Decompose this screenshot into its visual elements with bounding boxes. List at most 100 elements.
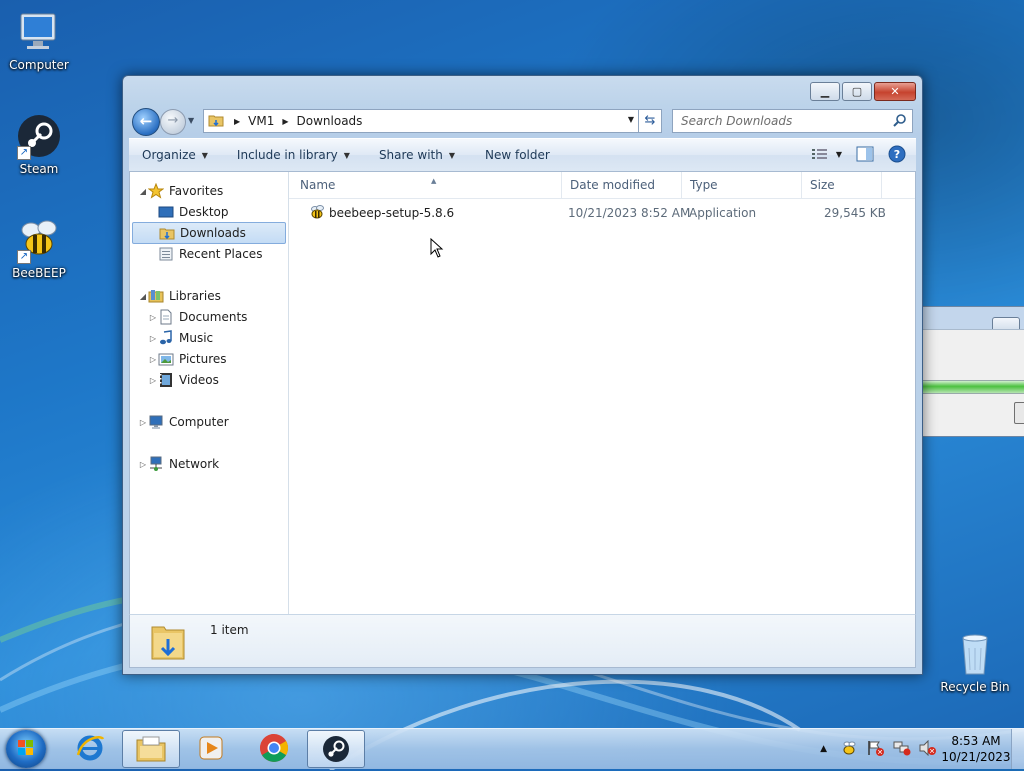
beebeep-tray-icon[interactable]: [841, 740, 857, 759]
chevron-down-icon: ▼: [343, 150, 350, 160]
search-box[interactable]: Search Downloads: [672, 109, 913, 133]
expanded-arrow-icon[interactable]: ◢: [138, 292, 148, 301]
start-button[interactable]: [6, 730, 46, 768]
maximize-button[interactable]: ▢: [842, 82, 872, 101]
recent-places-icon: [158, 246, 174, 262]
view-list-icon: [811, 149, 827, 159]
nav-videos[interactable]: ▷ Videos: [148, 370, 219, 390]
change-view-button[interactable]: ▼: [811, 148, 842, 160]
nav-desktop[interactable]: Desktop: [158, 202, 229, 222]
help-icon[interactable]: ?: [888, 145, 906, 163]
large-downloads-folder-icon: [150, 621, 186, 664]
svg-text:?: ?: [894, 148, 900, 161]
column-header-size[interactable]: Size: [802, 172, 882, 198]
view-controls: ▼ ?: [811, 145, 906, 163]
downloads-folder-icon: [159, 225, 175, 241]
collapsed-arrow-icon[interactable]: ▷: [148, 334, 158, 343]
music-icon: [158, 330, 174, 346]
taskbar-chrome[interactable]: [246, 730, 302, 766]
details-pane: 1 item: [129, 614, 916, 668]
nav-music-label: Music: [179, 331, 214, 345]
nav-music[interactable]: ▷ Music: [148, 328, 213, 348]
address-dropdown-icon[interactable]: ▼: [628, 115, 634, 124]
videos-icon: [158, 372, 174, 388]
minimize-button[interactable]: ▁: [810, 82, 840, 101]
refresh-button[interactable]: ⇆: [638, 109, 662, 133]
steam-icon: ↗: [15, 112, 63, 160]
chevron-down-icon: ▼: [448, 150, 455, 160]
file-list[interactable]: Name ▲ Date modified Type Size beebeep-se…: [289, 172, 915, 615]
folder-icon: [208, 112, 224, 131]
nav-videos-label: Videos: [179, 373, 219, 387]
column-header-date-modified[interactable]: Date modified: [562, 172, 682, 198]
desktop-icon-beebeep[interactable]: ↗ BeeBEEP: [2, 216, 76, 280]
nav-recent-places-label: Recent Places: [179, 247, 263, 261]
taskbar-internet-explorer[interactable]: [62, 730, 118, 766]
file-row[interactable]: beebeep-setup-5.8.6 10/21/2023 8:52 AM A…: [289, 202, 915, 224]
show-desktop-button[interactable]: [1011, 729, 1024, 769]
breadcrumb-item-downloads[interactable]: Downloads: [297, 114, 363, 128]
forward-button[interactable]: →: [160, 109, 186, 135]
file-type: Application: [689, 206, 757, 220]
desktop-icon-label: Computer: [9, 58, 69, 72]
navigation-pane[interactable]: ◢ Favorites Desktop Downloads Recent Pla…: [130, 172, 289, 615]
collapsed-arrow-icon[interactable]: ▷: [148, 376, 158, 385]
preview-pane-icon[interactable]: [856, 146, 874, 162]
collapsed-arrow-icon[interactable]: ▷: [148, 355, 158, 364]
column-header-name[interactable]: Name ▲: [292, 172, 562, 198]
file-date-modified: 10/21/2023 8:52 AM: [568, 206, 691, 220]
share-with-button[interactable]: Share with ▼: [362, 148, 467, 162]
column-size-label: Size: [810, 178, 835, 192]
nav-pictures-label: Pictures: [179, 352, 227, 366]
star-icon: [147, 182, 165, 199]
breadcrumb-arrow-icon[interactable]: ▶: [234, 117, 240, 126]
collapsed-arrow-icon[interactable]: ▷: [138, 418, 148, 427]
desktop-icon-steam[interactable]: ↗ Steam: [2, 112, 76, 176]
column-header-row: Name ▲ Date modified Type Size: [289, 172, 915, 199]
organize-button[interactable]: Organize ▼: [129, 148, 220, 162]
breadcrumb-arrow-icon[interactable]: ▶: [282, 117, 288, 126]
nav-libraries[interactable]: ◢ Libraries: [138, 286, 221, 306]
show-hidden-icons-arrow-icon[interactable]: ▲: [820, 744, 827, 754]
new-folder-button[interactable]: New folder: [467, 148, 562, 162]
taskbar-windows-explorer[interactable]: [122, 730, 180, 768]
include-in-library-button[interactable]: Include in library ▼: [220, 148, 362, 162]
installer-button[interactable]: [1014, 402, 1024, 424]
background-installer-window[interactable]: ▁: [921, 306, 1024, 437]
network-tray-icon[interactable]: [893, 740, 911, 759]
nav-computer-label: Computer: [169, 415, 229, 429]
nav-downloads[interactable]: Downloads: [132, 222, 286, 244]
file-name[interactable]: beebeep-setup-5.8.6: [329, 206, 454, 220]
desktop-icon-computer[interactable]: Computer: [2, 8, 76, 72]
taskbar-steam[interactable]: [307, 730, 365, 768]
nav-network[interactable]: ▷ Network: [138, 454, 219, 474]
breadcrumb-item-vm1[interactable]: VM1: [248, 114, 274, 128]
back-button[interactable]: ←: [132, 108, 160, 136]
clock[interactable]: 8:53 AM 10/21/2023: [941, 733, 1011, 765]
windows-logo-icon: [18, 740, 33, 755]
share-with-label: Share with: [378, 148, 443, 162]
desktop-icon-recycle-bin[interactable]: Recycle Bin: [938, 630, 1012, 694]
taskbar-media-player[interactable]: [183, 730, 239, 766]
nav-documents[interactable]: ▷ Documents: [148, 307, 247, 327]
nav-favorites-label: Favorites: [169, 184, 224, 198]
collapsed-arrow-icon[interactable]: ▷: [148, 313, 158, 322]
action-center-flag-icon[interactable]: ✕: [867, 740, 885, 759]
nav-recent-places[interactable]: Recent Places: [158, 244, 262, 264]
nav-pictures[interactable]: ▷ Pictures: [148, 349, 227, 369]
mouse-cursor-icon: [430, 238, 444, 258]
volume-muted-icon[interactable]: ✕: [919, 739, 937, 759]
column-header-type[interactable]: Type: [682, 172, 802, 198]
collapsed-arrow-icon[interactable]: ▷: [138, 460, 148, 469]
search-icon[interactable]: [893, 113, 907, 127]
close-button[interactable]: ✕: [874, 82, 916, 101]
nav-computer[interactable]: ▷ Computer: [138, 412, 229, 432]
recent-pages-dropdown-icon[interactable]: ▼: [188, 116, 194, 125]
expanded-arrow-icon[interactable]: ◢: [138, 187, 148, 196]
desktop-icon-label: Steam: [19, 162, 59, 176]
explorer-window[interactable]: ▁ ▢ ✕ ← → ▼ ▶ VM1 ▶ Downloads ▼ ⇆ Search…: [122, 75, 923, 675]
desktop-icon-label: BeeBEEP: [12, 266, 66, 280]
address-bar[interactable]: ▶ VM1 ▶ Downloads ▼: [203, 109, 639, 133]
nav-downloads-label: Downloads: [180, 226, 246, 240]
nav-favorites[interactable]: ◢ Favorites: [138, 181, 223, 201]
